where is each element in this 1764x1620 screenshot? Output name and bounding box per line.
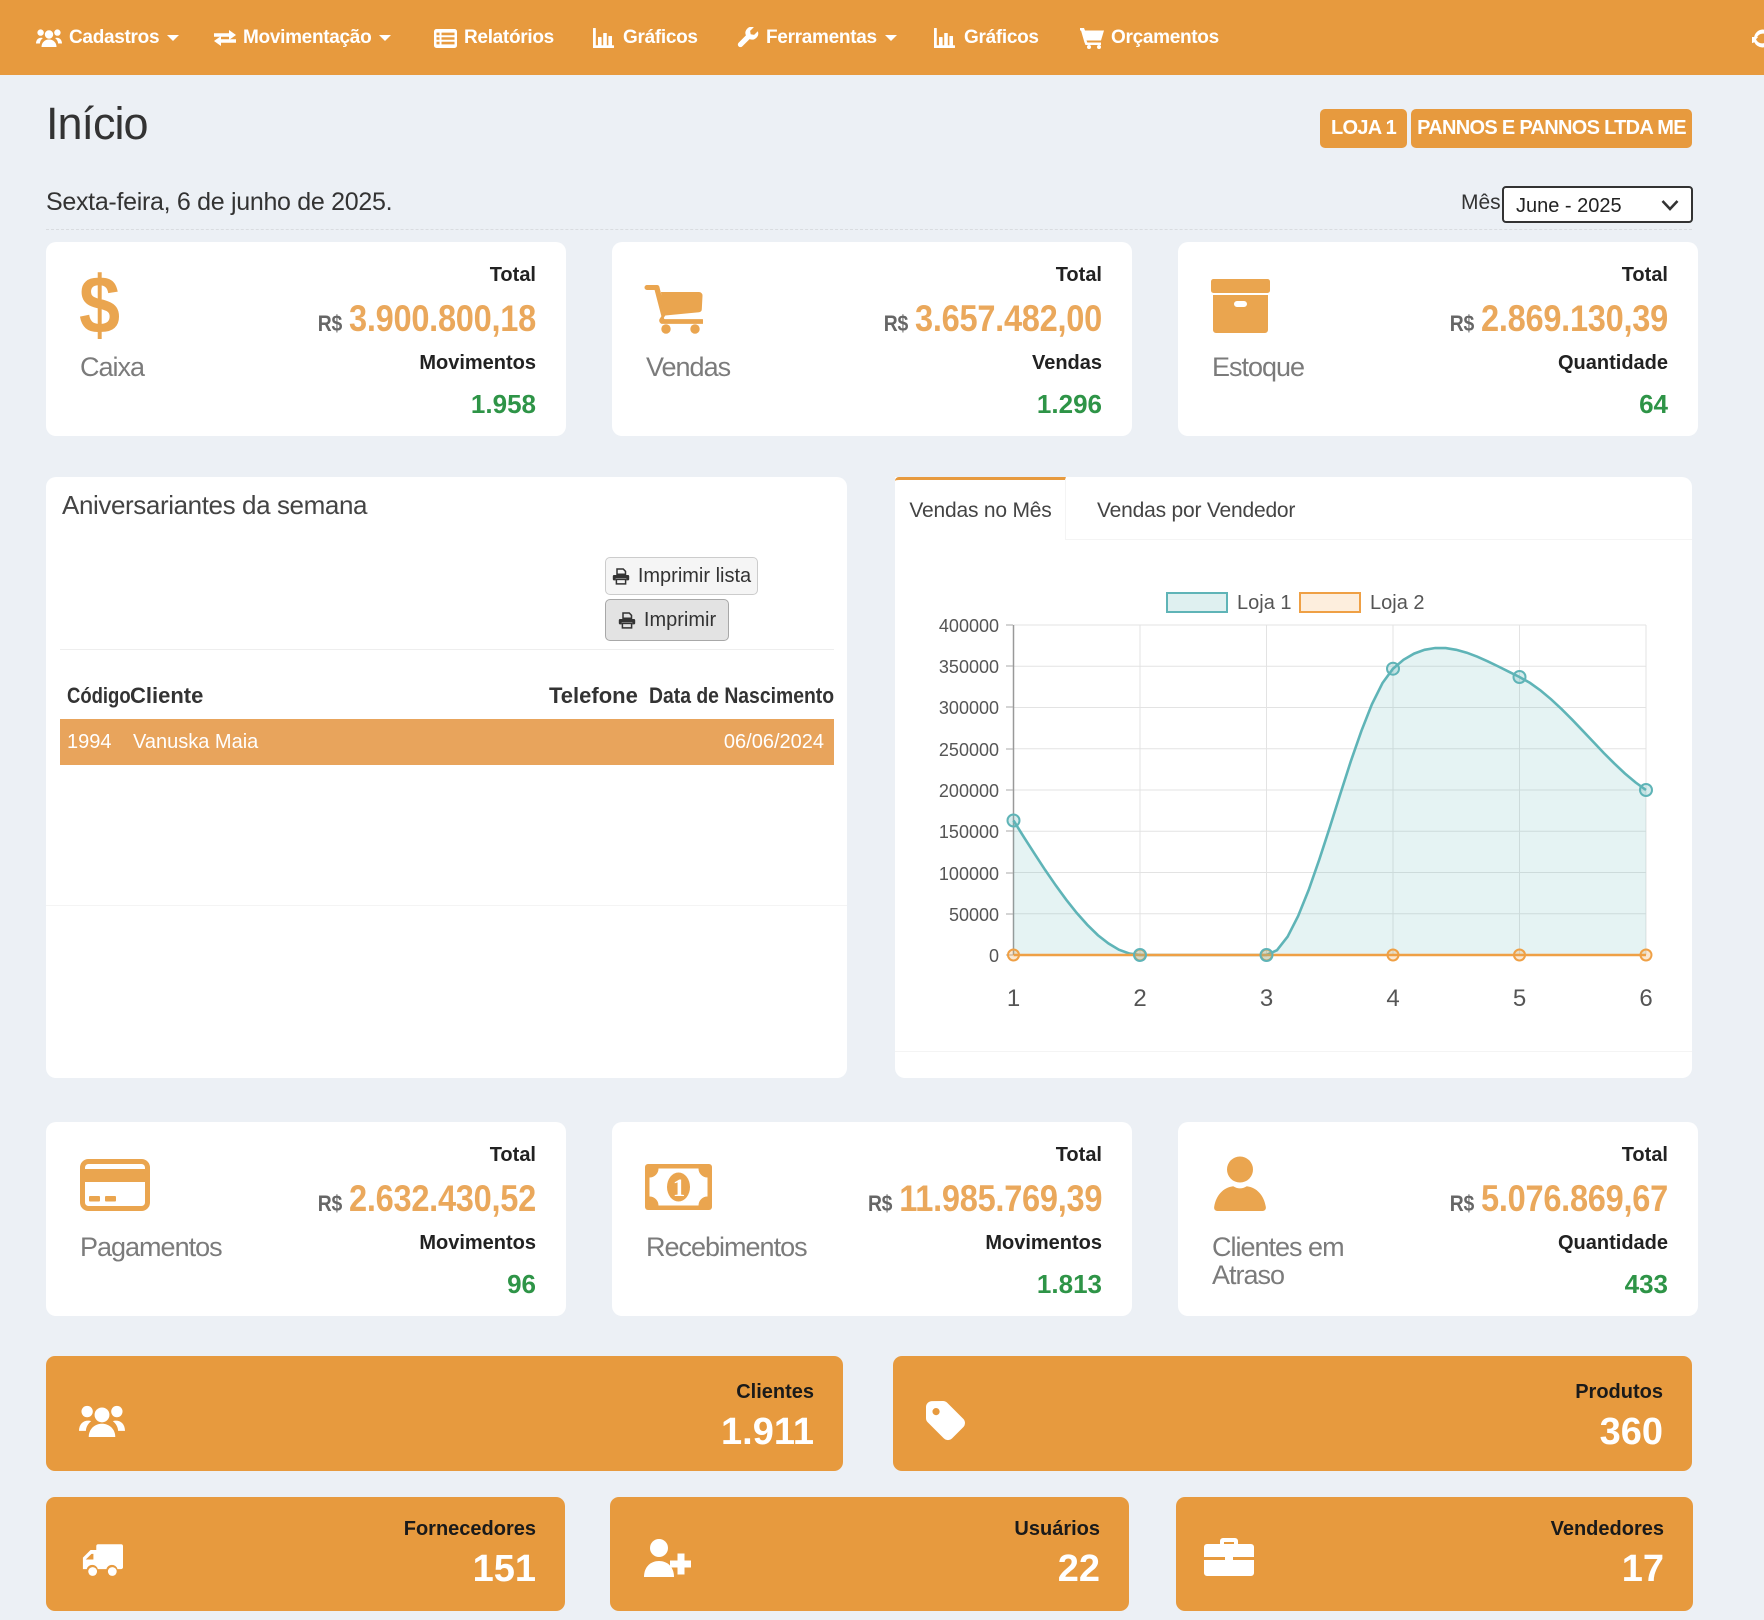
svg-text:100000: 100000 — [939, 864, 999, 884]
svg-text:250000: 250000 — [939, 740, 999, 760]
svg-text:1: 1 — [1007, 985, 1020, 1012]
svg-text:6: 6 — [1639, 985, 1652, 1012]
svg-text:5: 5 — [1513, 985, 1526, 1012]
svg-text:50000: 50000 — [949, 905, 999, 925]
svg-text:Loja 1: Loja 1 — [1237, 592, 1292, 614]
svg-text:2: 2 — [1133, 985, 1146, 1012]
svg-text:200000: 200000 — [939, 781, 999, 801]
svg-text:3: 3 — [1260, 985, 1273, 1012]
svg-text:0: 0 — [989, 946, 999, 966]
svg-text:Loja 2: Loja 2 — [1370, 592, 1425, 614]
svg-text:1: 1 — [673, 1175, 686, 1202]
svg-text:300000: 300000 — [939, 698, 999, 718]
svg-text:4: 4 — [1386, 985, 1399, 1012]
svg-text:150000: 150000 — [939, 822, 999, 842]
svg-text:400000: 400000 — [939, 616, 999, 636]
svg-text:350000: 350000 — [939, 657, 999, 677]
